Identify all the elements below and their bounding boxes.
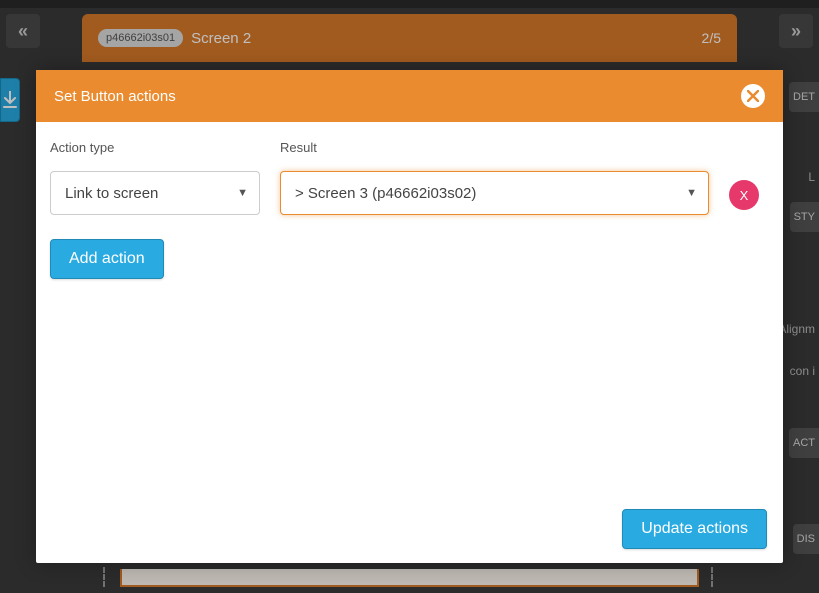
- delete-action-button[interactable]: X: [729, 180, 759, 210]
- action-type-label: Action type: [50, 140, 260, 155]
- add-action-button[interactable]: Add action: [50, 239, 164, 279]
- set-button-actions-modal: Set Button actions Action type Link to s…: [36, 70, 783, 563]
- result-select[interactable]: > Screen 3 (p46662i03s02): [280, 171, 709, 215]
- result-label: Result: [280, 140, 709, 155]
- x-icon: X: [740, 188, 749, 203]
- update-actions-button[interactable]: Update actions: [622, 509, 767, 549]
- modal-close-button[interactable]: [741, 84, 765, 108]
- modal-header: Set Button actions: [36, 70, 783, 122]
- action-type-select[interactable]: Link to screen: [50, 171, 260, 215]
- modal-title: Set Button actions: [54, 88, 176, 105]
- close-icon: [747, 90, 759, 102]
